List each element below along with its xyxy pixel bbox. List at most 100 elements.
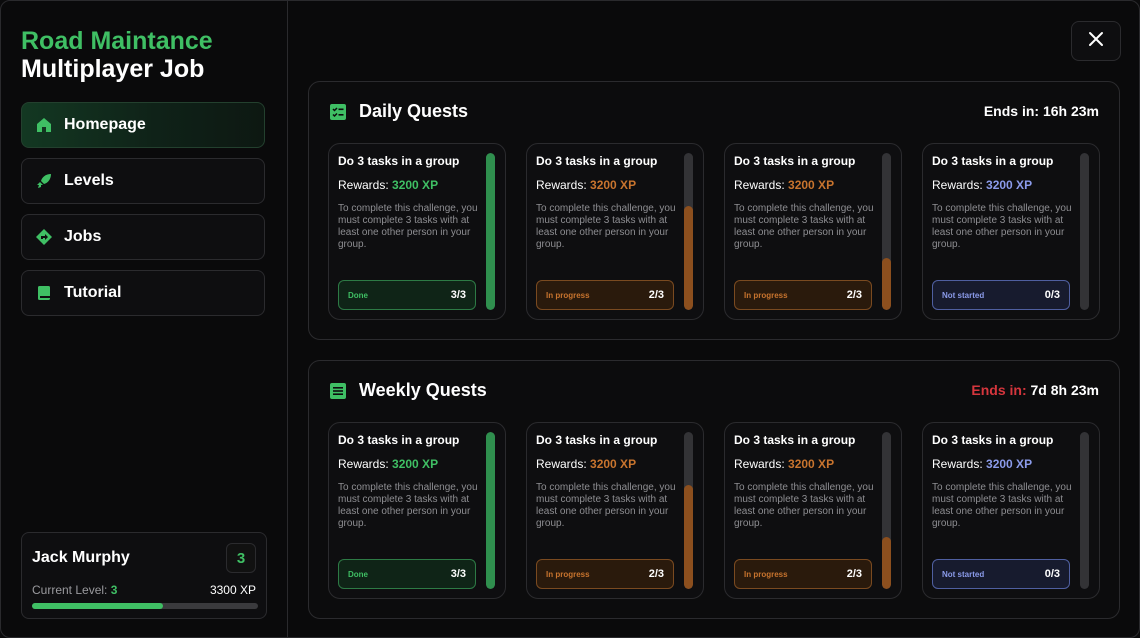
status-count: 2/3 xyxy=(648,289,664,301)
quest-card[interactable]: Do 3 tasks in a group Rewards: 3200 XP To … xyxy=(526,143,704,320)
rewards-label: Rewards: xyxy=(338,178,393,192)
ends-in-label: Ends in: xyxy=(983,103,1043,119)
quest-progress-bar xyxy=(882,153,891,310)
quest-description: To complete this challenge, you must com… xyxy=(932,203,1072,250)
close-button[interactable] xyxy=(1071,21,1121,61)
quest-title: Do 3 tasks in a group xyxy=(536,433,658,447)
daily-ends-in: Ends in: 16h 23m xyxy=(984,103,1099,119)
rewards-label: Rewards: xyxy=(536,178,591,192)
xp-progress-fill xyxy=(32,603,164,609)
quest-rewards: Rewards: 3200 XP xyxy=(932,457,1032,471)
quest-title: Do 3 tasks in a group xyxy=(536,154,658,168)
status-text: Done xyxy=(348,290,368,300)
rewards-value: 3200 XP xyxy=(788,178,835,192)
quest-progress-fill xyxy=(684,485,693,589)
rewards-value: 3200 XP xyxy=(788,457,835,471)
status-text: In progress xyxy=(546,569,590,579)
quest-card[interactable]: Do 3 tasks in a group Rewards: 3200 XP To … xyxy=(526,422,704,599)
quest-card[interactable]: Do 3 tasks in a group Rewards: 3200 XP To … xyxy=(328,422,506,599)
quest-progress-bar xyxy=(882,432,891,589)
rewards-value: 3200 XP xyxy=(392,457,439,471)
quest-title: Do 3 tasks in a group xyxy=(734,433,856,447)
quest-status-badge: Not started 0/3 xyxy=(932,559,1070,589)
quest-progress-fill xyxy=(882,537,891,589)
daily-quests-section: Daily Quests Ends in: 16h 23m Do 3 tasks… xyxy=(308,81,1120,340)
status-count: 0/3 xyxy=(1044,289,1060,301)
quest-card[interactable]: Do 3 tasks in a group Rewards: 3200 XP To … xyxy=(724,422,902,599)
sidebar-item-homepage[interactable]: Homepage xyxy=(21,102,265,148)
sidebar-item-levels[interactable]: Levels xyxy=(21,158,265,204)
sidebar: Road Maintance Multiplayer Job Homepage … xyxy=(1,1,288,637)
sidebar-nav: Homepage Levels Jobs Tutorial xyxy=(21,102,265,326)
sidebar-item-label: Tutorial xyxy=(64,284,122,301)
status-count: 2/3 xyxy=(846,568,862,580)
quest-title: Do 3 tasks in a group xyxy=(338,433,460,447)
quest-card[interactable]: Do 3 tasks in a group Rewards: 3200 XP To … xyxy=(328,143,506,320)
rewards-value: 3200 XP xyxy=(392,178,439,192)
close-icon xyxy=(1088,31,1104,52)
list-icon xyxy=(330,382,346,399)
weekly-quests-title: Weekly Quests xyxy=(359,380,487,400)
quest-title: Do 3 tasks in a group xyxy=(734,154,856,168)
weekly-quest-cards: Do 3 tasks in a group Rewards: 3200 XP To … xyxy=(328,422,1120,599)
quest-description: To complete this challenge, you must com… xyxy=(338,482,478,529)
quests-window: Road Maintance Multiplayer Job Homepage … xyxy=(0,0,1140,638)
quest-rewards: Rewards: 3200 XP xyxy=(734,457,834,471)
sidebar-item-label: Levels xyxy=(64,172,114,189)
rewards-label: Rewards: xyxy=(734,178,789,192)
rewards-label: Rewards: xyxy=(536,457,591,471)
status-count: 0/3 xyxy=(1044,568,1060,580)
quest-progress-bar xyxy=(486,153,495,310)
quest-title: Do 3 tasks in a group xyxy=(932,154,1054,168)
quest-progress-bar xyxy=(684,432,693,589)
xp-value: 3300 XP xyxy=(209,583,256,597)
status-count: 2/3 xyxy=(846,289,862,301)
checklist-icon xyxy=(330,103,346,120)
quest-rewards: Rewards: 3200 XP xyxy=(536,178,636,192)
current-level-label: Current Level: xyxy=(32,583,111,597)
quest-title: Do 3 tasks in a group xyxy=(932,433,1054,447)
quest-progress-fill xyxy=(486,432,495,589)
rewards-label: Rewards: xyxy=(932,178,987,192)
quest-status-badge: In progress 2/3 xyxy=(734,559,872,589)
app-title: Road Maintance Multiplayer Job xyxy=(21,27,213,83)
rewards-value: 3200 XP xyxy=(590,457,637,471)
quest-progress-bar xyxy=(684,153,693,310)
quest-description: To complete this challenge, you must com… xyxy=(734,482,874,529)
quest-description: To complete this challenge, you must com… xyxy=(734,203,874,250)
status-count: 3/3 xyxy=(450,568,466,580)
quest-status-badge: Not started 0/3 xyxy=(932,280,1070,310)
rewards-label: Rewards: xyxy=(338,457,393,471)
status-text: Not started xyxy=(942,569,985,579)
rewards-value: 3200 XP xyxy=(986,178,1033,192)
quest-card[interactable]: Do 3 tasks in a group Rewards: 3200 XP To … xyxy=(922,422,1100,599)
status-text: In progress xyxy=(546,290,590,300)
quest-rewards: Rewards: 3200 XP xyxy=(932,178,1032,192)
book-icon xyxy=(35,284,53,302)
daily-quests-title: Daily Quests xyxy=(359,101,469,121)
quest-status-badge: In progress 2/3 xyxy=(536,280,674,310)
rewards-value: 3200 XP xyxy=(986,457,1033,471)
status-text: In progress xyxy=(744,569,788,579)
quest-description: To complete this challenge, you must com… xyxy=(338,203,478,250)
app-title-line1: Road Maintance xyxy=(21,27,213,55)
sidebar-item-tutorial[interactable]: Tutorial xyxy=(21,270,265,316)
quest-rewards: Rewards: 3200 XP xyxy=(338,178,438,192)
quest-card[interactable]: Do 3 tasks in a group Rewards: 3200 XP To … xyxy=(922,143,1100,320)
rewards-label: Rewards: xyxy=(932,457,987,471)
quest-description: To complete this challenge, you must com… xyxy=(932,482,1072,529)
quest-description: To complete this challenge, you must com… xyxy=(536,482,676,529)
quest-progress-bar xyxy=(486,432,495,589)
quest-card[interactable]: Do 3 tasks in a group Rewards: 3200 XP To … xyxy=(724,143,902,320)
quest-rewards: Rewards: 3200 XP xyxy=(536,457,636,471)
quest-title: Do 3 tasks in a group xyxy=(338,154,460,168)
quest-status-badge: Done 3/3 xyxy=(338,280,476,310)
status-count: 2/3 xyxy=(648,568,664,580)
sidebar-item-jobs[interactable]: Jobs xyxy=(21,214,265,260)
quest-progress-fill xyxy=(882,258,891,310)
quest-rewards: Rewards: 3200 XP xyxy=(734,178,834,192)
level-badge: 3 xyxy=(226,543,256,573)
rocket-icon xyxy=(35,172,53,190)
home-icon xyxy=(35,116,53,134)
route-sign-icon xyxy=(35,228,53,246)
